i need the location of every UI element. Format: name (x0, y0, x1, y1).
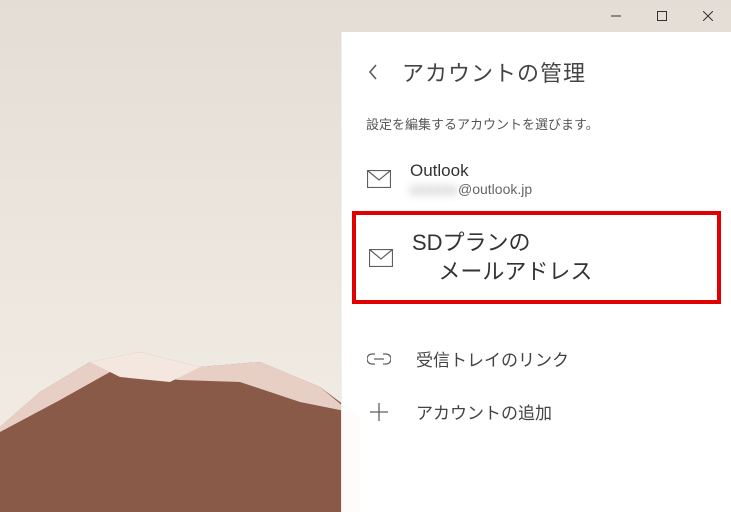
close-button[interactable] (685, 0, 731, 32)
link-inboxes-option[interactable]: 受信トレイのリンク (342, 332, 731, 385)
accounts-panel: アカウントの管理 設定を編集するアカウントを選びます。 Outlook xxxx… (341, 32, 731, 512)
account-item-sd-plan[interactable]: SDプランの メールアドレス (352, 211, 721, 304)
account-name: Outlook (410, 161, 532, 181)
highlight-line1: SDプランの (412, 230, 531, 255)
account-item-outlook[interactable]: Outlook xxxxxx@outlook.jp (342, 155, 731, 203)
link-inboxes-label: 受信トレイのリンク (416, 346, 569, 371)
back-button[interactable] (362, 63, 384, 81)
highlight-line2: メールアドレス (412, 258, 592, 287)
add-account-option[interactable]: アカウントの追加 (342, 385, 731, 438)
window-titlebar (0, 0, 731, 32)
highlight-text: SDプランの メールアドレス (412, 229, 592, 286)
mail-icon (368, 249, 394, 267)
account-text: Outlook xxxxxx@outlook.jp (410, 161, 532, 197)
maximize-button[interactable] (639, 0, 685, 32)
add-account-label: アカウントの追加 (416, 399, 552, 424)
plus-icon (366, 402, 392, 422)
panel-subtitle: 設定を編集するアカウントを選びます。 (342, 106, 731, 155)
panel-header: アカウントの管理 (342, 50, 731, 106)
mail-icon (366, 170, 392, 188)
account-email: xxxxxx@outlook.jp (410, 181, 532, 197)
minimize-button[interactable] (593, 0, 639, 32)
link-icon (366, 352, 392, 366)
panel-title: アカウントの管理 (402, 56, 586, 88)
